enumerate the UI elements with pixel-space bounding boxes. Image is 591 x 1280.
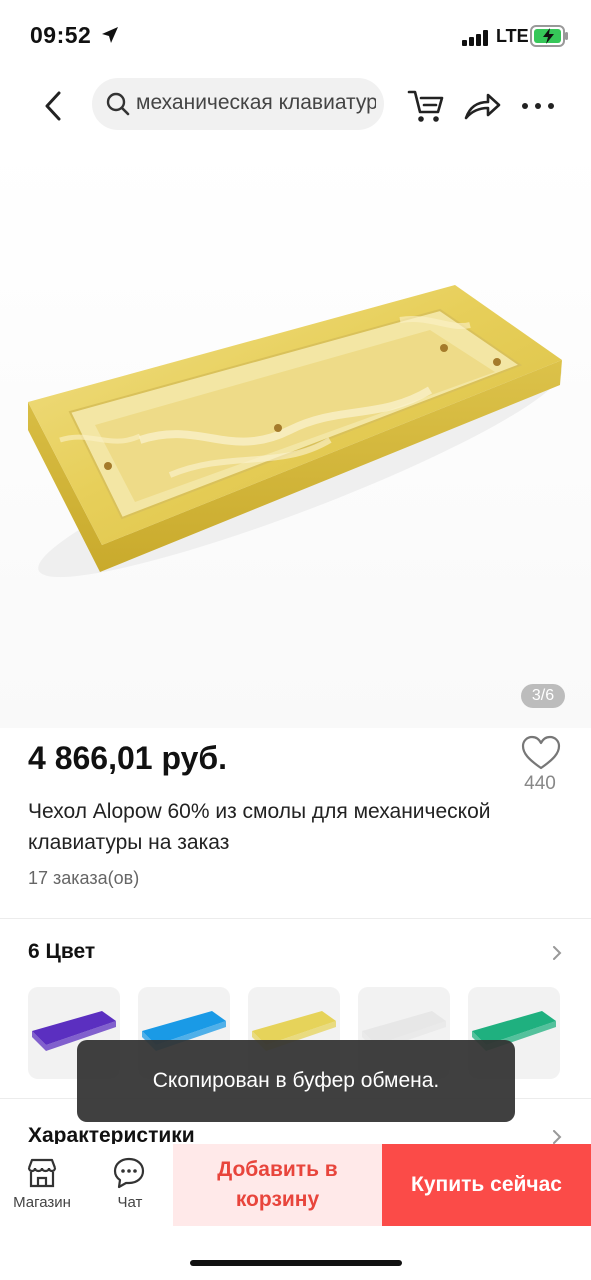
home-indicator [190,1260,402,1266]
add-to-cart-label: Добавить в корзину [217,1158,338,1211]
toast-message: Скопирован в буфер обмена. [77,1040,515,1122]
buy-now-button[interactable]: Купить сейчас [382,1144,591,1226]
chat-icon [113,1157,145,1189]
search-query: механическая клавиатура [136,91,376,114]
chevron-right-icon[interactable] [550,946,564,960]
gallery-page-indicator: 3/6 [521,684,565,708]
cellular-signal-icon [462,30,488,46]
product-price: 4 866,01 руб. [28,740,228,776]
top-nav-bar: механическая клавиатура [0,70,591,140]
product-image-gallery[interactable]: 3/6 [0,140,591,728]
chat-label: Чат [117,1194,143,1211]
store-icon [27,1158,57,1188]
heart-icon[interactable] [520,735,562,771]
divider [0,918,591,919]
chat-tab[interactable]: Чат [90,1144,170,1226]
cart-icon[interactable] [406,86,446,126]
battery-charging-icon [530,25,568,47]
share-icon[interactable] [462,86,502,126]
network-type: LTE [496,26,529,46]
orders-count: 17 заказа(ов) [28,868,140,888]
back-icon[interactable] [36,88,72,124]
store-label: Магазин [13,1194,71,1211]
store-tab[interactable]: Магазин [2,1144,82,1226]
add-to-cart-button[interactable]: Добавить в корзину [173,1144,382,1226]
more-icon[interactable] [518,86,558,126]
buy-now-label: Купить сейчас [411,1173,562,1196]
location-arrow-icon [102,27,118,43]
chevron-right-icon[interactable] [550,1130,564,1144]
color-section-title: 6 Цвет [28,940,96,963]
search-icon [106,92,130,116]
product-title: Чехол Alopow 60% из смолы для механическ… [28,800,491,854]
search-input[interactable]: механическая клавиатура [92,78,384,130]
product-image [28,285,562,578]
status-bar: 09:52 LTE [0,0,591,70]
wishlist-count: 440 [524,773,556,794]
bottom-action-bar: Магазин Чат Добавить в корзину Купить се… [0,1144,591,1280]
status-time: 09:52 [30,22,92,48]
